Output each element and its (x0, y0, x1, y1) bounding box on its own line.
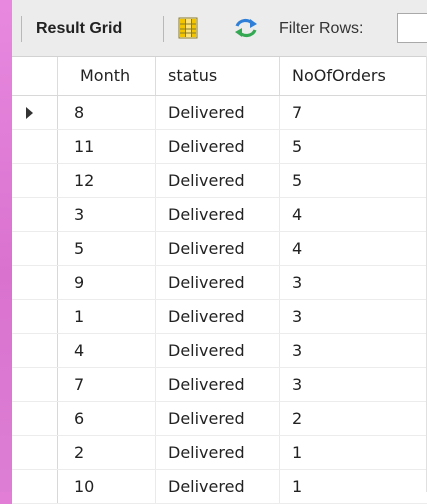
cell-status[interactable]: Delivered (156, 198, 280, 231)
result-grid: Month status NoOfOrders 8 Delivered 7 11… (12, 57, 427, 504)
row-indicator[interactable] (12, 232, 58, 265)
toolbar-separator (21, 16, 22, 42)
row-indicator[interactable] (12, 436, 58, 469)
row-indicator[interactable] (12, 130, 58, 163)
result-grid-tab-label[interactable]: Result Grid (36, 19, 122, 39)
cell-noofORDERS[interactable]: 3 (280, 334, 427, 367)
row-pointer-icon (26, 107, 33, 119)
cell-noofORDERS[interactable]: 2 (280, 402, 427, 435)
result-panel: Result Grid Filter Rows: Month status No… (12, 0, 427, 504)
row-indicator[interactable] (12, 266, 58, 299)
table-row[interactable]: 6 Delivered 2 (12, 402, 427, 436)
cell-month[interactable]: 1 (58, 300, 156, 333)
cell-status[interactable]: Delivered (156, 436, 280, 469)
cell-noofORDERS[interactable]: 3 (280, 300, 427, 333)
cell-month[interactable]: 10 (58, 470, 156, 503)
column-header-month[interactable]: Month (58, 57, 156, 95)
filter-rows-label: Filter Rows: (279, 20, 364, 37)
cell-status[interactable]: Delivered (156, 164, 280, 197)
grid-header-row: Month status NoOfOrders (12, 57, 427, 96)
table-row[interactable]: 8 Delivered 7 (12, 96, 427, 130)
table-row[interactable]: 1 Delivered 3 (12, 300, 427, 334)
cell-status[interactable]: Delivered (156, 470, 280, 503)
table-row[interactable]: 7 Delivered 3 (12, 368, 427, 402)
cell-noofORDERS[interactable]: 1 (280, 470, 427, 503)
cell-month[interactable]: 5 (58, 232, 156, 265)
cell-noofORDERS[interactable]: 5 (280, 130, 427, 163)
cell-month[interactable]: 12 (58, 164, 156, 197)
desktop-background-left (0, 0, 12, 498)
cell-month[interactable]: 2 (58, 436, 156, 469)
row-indicator[interactable] (12, 334, 58, 367)
table-row[interactable]: 5 Delivered 4 (12, 232, 427, 266)
table-row[interactable]: 9 Delivered 3 (12, 266, 427, 300)
cell-month[interactable]: 8 (58, 96, 156, 129)
cell-status[interactable]: Delivered (156, 402, 280, 435)
refresh-icon[interactable] (233, 17, 259, 39)
cell-month[interactable]: 3 (58, 198, 156, 231)
row-indicator-header (12, 57, 58, 95)
table-row[interactable]: 4 Delivered 3 (12, 334, 427, 368)
table-row[interactable]: 3 Delivered 4 (12, 198, 427, 232)
result-toolbar: Result Grid Filter Rows: (12, 0, 427, 57)
row-indicator[interactable] (12, 402, 58, 435)
cell-month[interactable]: 6 (58, 402, 156, 435)
cell-status[interactable]: Delivered (156, 334, 280, 367)
filter-rows-input[interactable] (397, 13, 427, 43)
table-row[interactable]: 12 Delivered 5 (12, 164, 427, 198)
column-header-noofORDERS[interactable]: NoOfOrders (280, 57, 427, 95)
column-header-status[interactable]: status (156, 57, 280, 95)
cell-status[interactable]: Delivered (156, 368, 280, 401)
row-indicator[interactable] (12, 300, 58, 333)
row-indicator[interactable] (12, 164, 58, 197)
cell-noofORDERS[interactable]: 1 (280, 436, 427, 469)
table-row[interactable]: 11 Delivered 5 (12, 130, 427, 164)
cell-status[interactable]: Delivered (156, 232, 280, 265)
row-indicator[interactable] (12, 198, 58, 231)
cell-noofORDERS[interactable]: 5 (280, 164, 427, 197)
table-row[interactable]: 10 Delivered 1 (12, 470, 427, 504)
form-grid-icon[interactable] (178, 17, 198, 39)
cell-noofORDERS[interactable]: 4 (280, 198, 427, 231)
row-indicator[interactable] (12, 96, 58, 129)
cell-status[interactable]: Delivered (156, 130, 280, 163)
cell-month[interactable]: 11 (58, 130, 156, 163)
cell-noofORDERS[interactable]: 3 (280, 368, 427, 401)
cell-noofORDERS[interactable]: 4 (280, 232, 427, 265)
table-row[interactable]: 2 Delivered 1 (12, 436, 427, 470)
cell-status[interactable]: Delivered (156, 266, 280, 299)
cell-month[interactable]: 9 (58, 266, 156, 299)
row-indicator[interactable] (12, 368, 58, 401)
row-indicator[interactable] (12, 470, 58, 503)
cell-status[interactable]: Delivered (156, 96, 280, 129)
cell-noofORDERS[interactable]: 3 (280, 266, 427, 299)
cell-month[interactable]: 4 (58, 334, 156, 367)
cell-month[interactable]: 7 (58, 368, 156, 401)
cell-status[interactable]: Delivered (156, 300, 280, 333)
cell-noofORDERS[interactable]: 7 (280, 96, 427, 129)
toolbar-separator (163, 16, 164, 42)
